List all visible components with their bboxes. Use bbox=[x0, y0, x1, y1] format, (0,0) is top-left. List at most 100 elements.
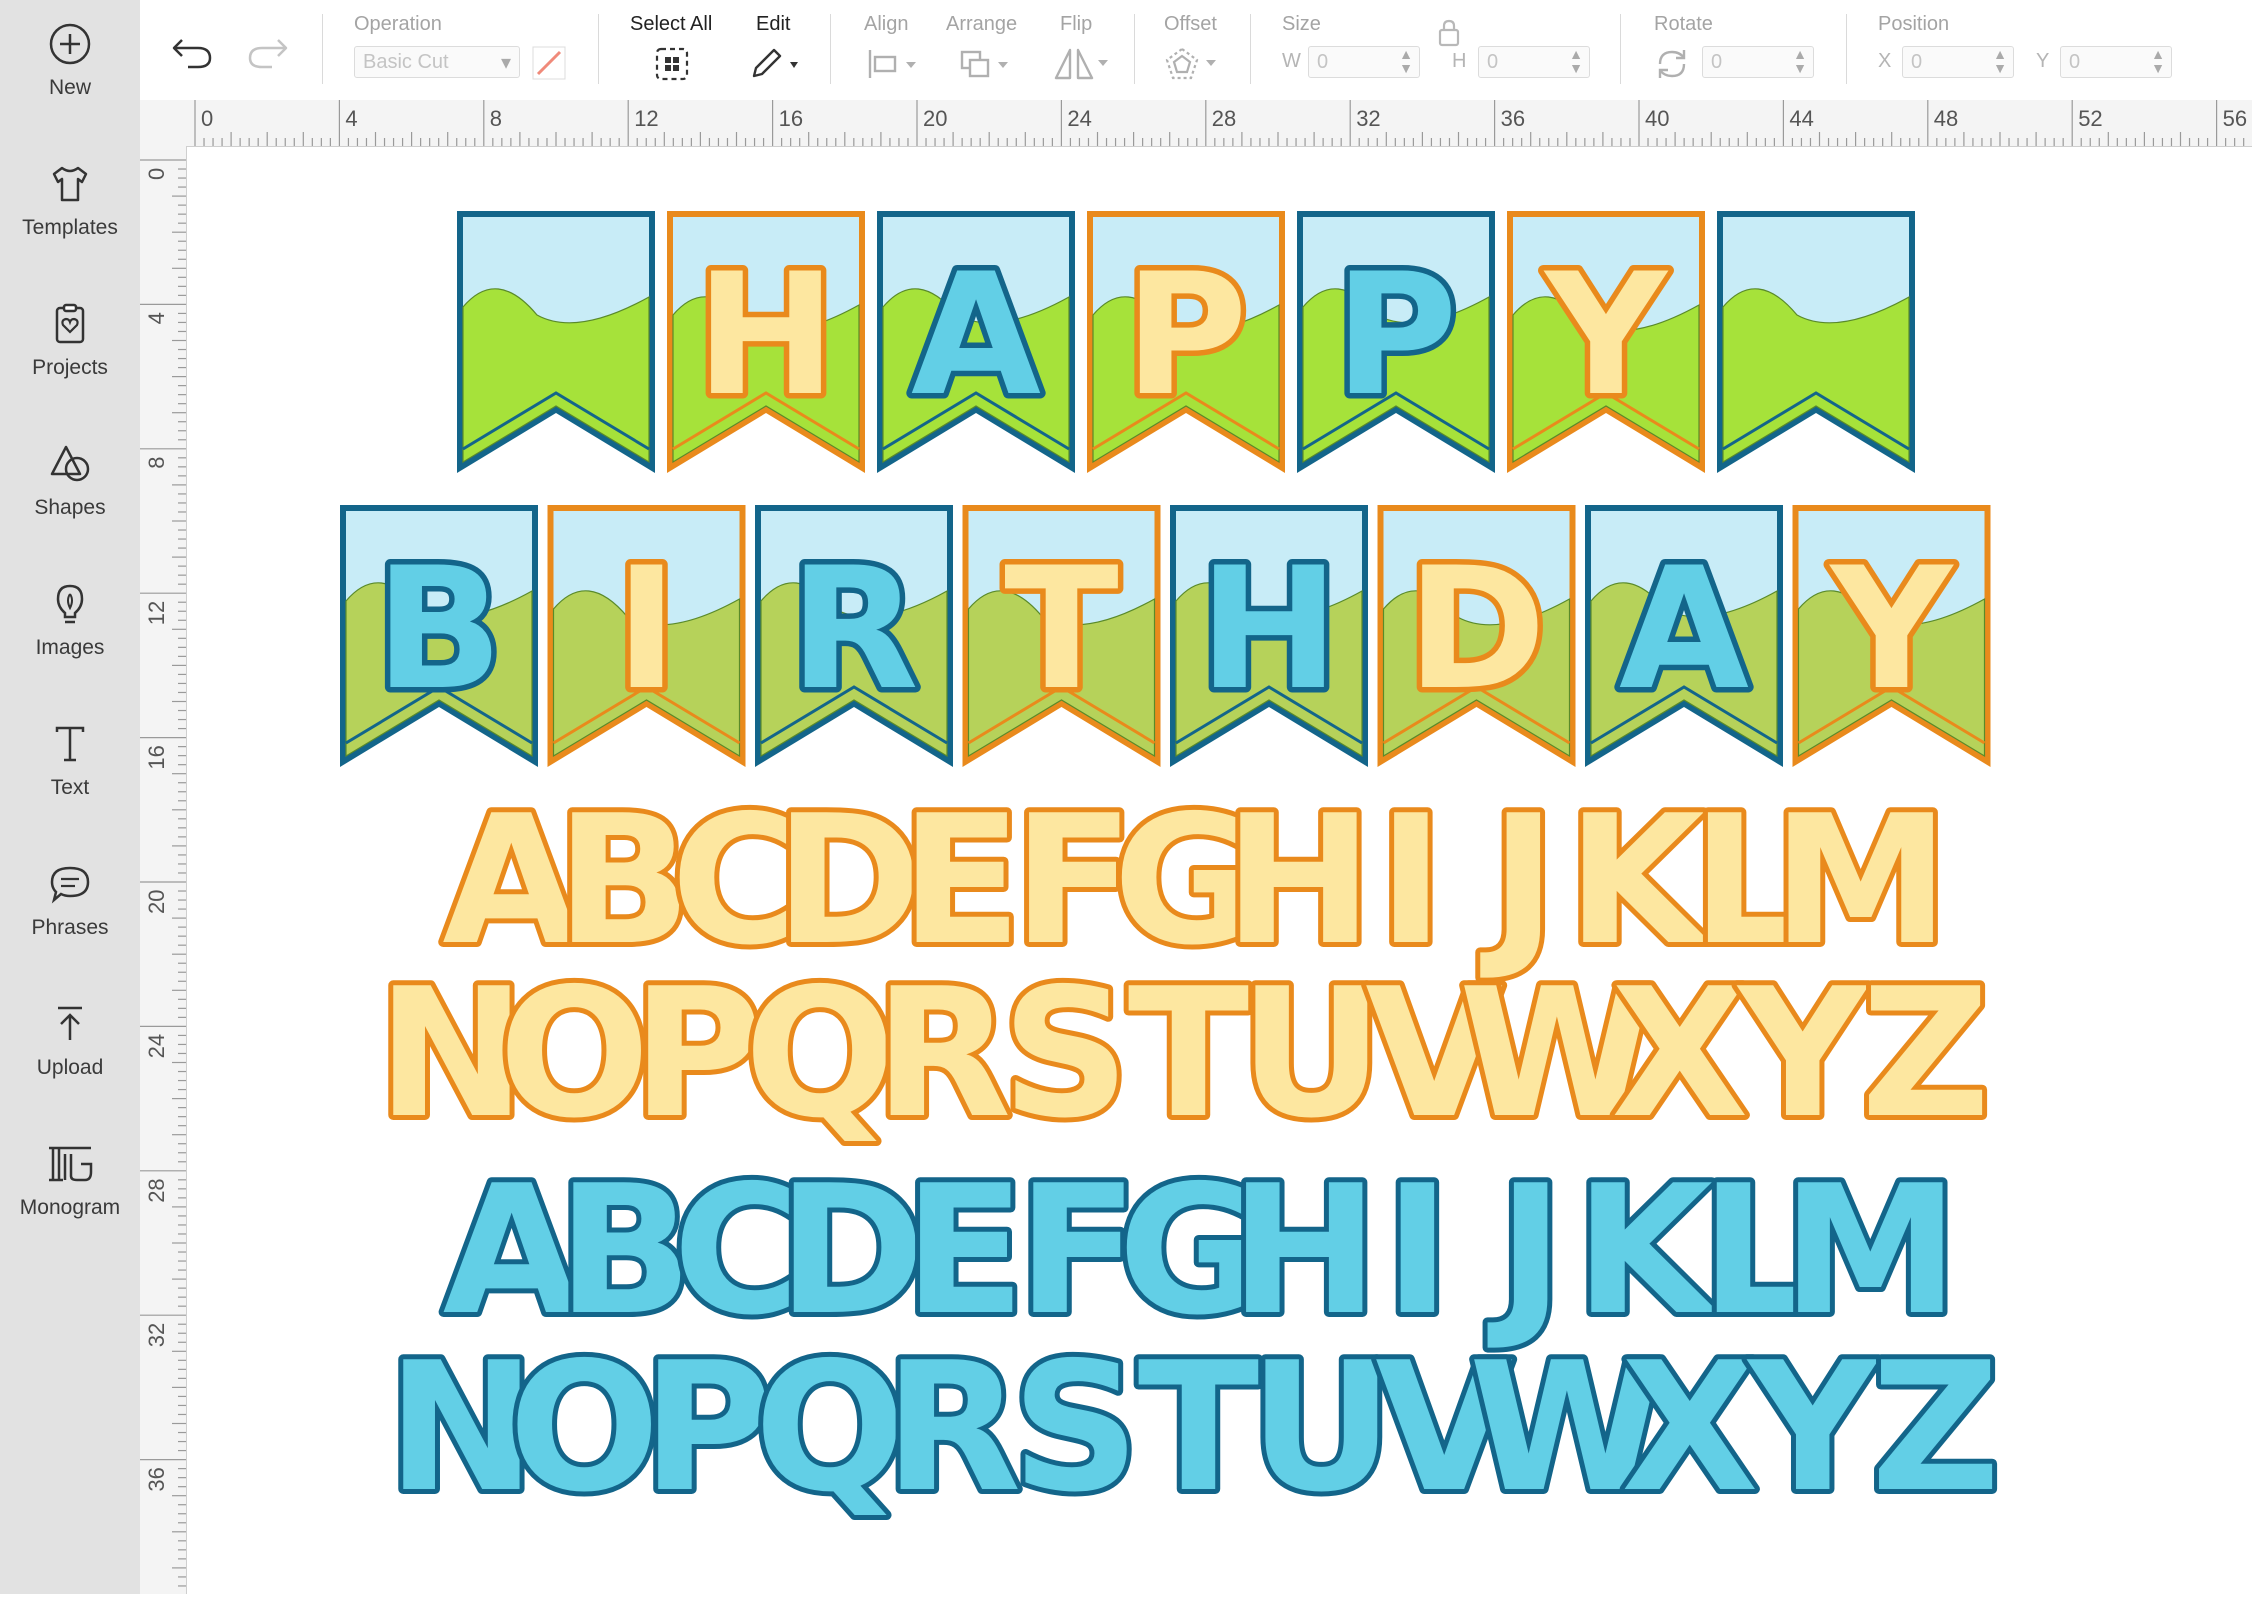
stepper-icon: ▲ ▼ bbox=[1993, 46, 2007, 76]
toolbar-divider bbox=[1250, 14, 1251, 84]
left-sidebar: New Templates Projects Shapes Images Tex… bbox=[0, 0, 141, 1594]
alphabet-letter-orange: X bbox=[1611, 950, 1748, 1157]
alphabet-letter-orange: P bbox=[632, 950, 762, 1157]
alphabet-letter-blue: J bbox=[1488, 1147, 1564, 1354]
flip-icon[interactable] bbox=[1052, 46, 1116, 82]
operation-dropdown[interactable]: Basic Cut ▾ bbox=[354, 46, 520, 78]
sidebar-item-phrases[interactable]: Phrases bbox=[0, 862, 140, 982]
width-input[interactable]: 0 ▲ ▼ bbox=[1308, 46, 1420, 78]
banner-flag bbox=[1717, 211, 1915, 473]
sidebar-item-label: Projects bbox=[32, 356, 108, 379]
rotate-input[interactable]: 0 ▲ ▼ bbox=[1702, 46, 1814, 78]
toolbar-divider bbox=[1846, 14, 1847, 84]
vertical-ruler-ticks: 0 4 8 12 16 20 24 28 32 36 bbox=[140, 159, 186, 1587]
banner-flag: I bbox=[547, 505, 746, 767]
pos-y-value: 0 bbox=[2069, 51, 2081, 73]
sidebar-item-label: New bbox=[48, 76, 91, 99]
banner-letter: Y bbox=[1543, 237, 1669, 433]
banner-letter: B bbox=[375, 531, 503, 727]
sidebar-item-projects[interactable]: Projects bbox=[0, 302, 140, 422]
banner-flag: A bbox=[1585, 505, 1783, 767]
sidebar-item-monogram[interactable]: Monogram bbox=[0, 1142, 140, 1262]
pos-x-label: X bbox=[1878, 50, 1892, 72]
alphabet-letter-blue: Q bbox=[754, 1324, 905, 1531]
size-h-label: H bbox=[1452, 50, 1467, 72]
ruler-number: 4 bbox=[144, 312, 169, 324]
position-y-input[interactable]: 0 ▲ ▼ bbox=[2060, 46, 2172, 78]
sidebar-item-upload[interactable]: Upload bbox=[0, 1002, 140, 1122]
ruler-number: 20 bbox=[144, 890, 169, 914]
vertical-ruler[interactable]: 0 4 8 12 16 20 24 28 32 36 bbox=[140, 146, 187, 1594]
toolbar-divider bbox=[1620, 14, 1621, 84]
position-x-input[interactable]: 0 ▲ ▼ bbox=[1902, 46, 2014, 78]
sidebar-item-label: Phrases bbox=[31, 916, 109, 939]
undo-icon[interactable] bbox=[170, 34, 214, 70]
sidebar-item-shapes[interactable]: Shapes bbox=[0, 442, 140, 562]
alphabet-letter-orange: Y bbox=[1736, 950, 1869, 1157]
ruler-number: 8 bbox=[144, 457, 169, 469]
ruler-number: 0 bbox=[201, 106, 213, 131]
banner-flag: R bbox=[755, 505, 953, 767]
offset-icon[interactable] bbox=[1164, 46, 1224, 82]
alphabet-letter-orange: U bbox=[1239, 950, 1384, 1157]
toolbar-divider bbox=[598, 14, 599, 84]
sidebar-item-templates[interactable]: Templates bbox=[0, 162, 140, 282]
pencil-edit-icon[interactable] bbox=[748, 46, 804, 82]
design-canvas[interactable]: HAPPYBIRTHDAYABCDEFGHIJKLMNOPQRSTUVWXYZA… bbox=[187, 147, 2252, 1594]
banner-letter: R bbox=[789, 531, 918, 727]
alphabet-letter-blue: U bbox=[1249, 1324, 1394, 1531]
offset-label: Offset bbox=[1164, 13, 1217, 35]
stepper-icon: ▲ ▼ bbox=[2151, 46, 2165, 76]
material-color-swatch[interactable] bbox=[532, 46, 566, 80]
ruler-number: 20 bbox=[923, 106, 947, 131]
rotate-icon[interactable] bbox=[1654, 46, 1690, 82]
select-all-icon[interactable] bbox=[654, 46, 690, 82]
lightbulb-icon bbox=[56, 584, 84, 624]
plus-circle-icon bbox=[49, 23, 91, 65]
ruler-number: 8 bbox=[490, 106, 502, 131]
alphabet-letter-blue: O bbox=[509, 1324, 660, 1531]
ruler-number: 28 bbox=[144, 1178, 169, 1202]
sidebar-item-new[interactable]: New bbox=[0, 22, 140, 142]
ruler-number: 28 bbox=[1212, 106, 1236, 131]
redo-icon[interactable] bbox=[246, 34, 290, 70]
ruler-number: 32 bbox=[1356, 106, 1380, 131]
arrange-icon[interactable] bbox=[958, 48, 1018, 80]
alphabet-letter-orange: T bbox=[1128, 950, 1249, 1157]
alphabet-letter-blue: M bbox=[1782, 1147, 1959, 1354]
horizontal-ruler[interactable]: 0 4 8 12 16 20 24 28 32 36 40 44 48 52 56 bbox=[140, 100, 2252, 147]
select-all-label: Select All bbox=[630, 13, 713, 35]
ruler-number: 12 bbox=[144, 601, 169, 625]
rotate-label: Rotate bbox=[1654, 13, 1713, 35]
sidebar-item-images[interactable]: Images bbox=[0, 582, 140, 702]
sidebar-item-text[interactable]: Text bbox=[0, 722, 140, 842]
monogram-icon bbox=[49, 1146, 93, 1182]
sidebar-item-label: Upload bbox=[36, 1056, 104, 1079]
banner-flag: H bbox=[667, 211, 865, 473]
ruler-number: 52 bbox=[2078, 106, 2102, 131]
banner-letter: P bbox=[1124, 237, 1247, 433]
stepper-icon: ▲ ▼ bbox=[1793, 46, 1807, 76]
position-label: Position bbox=[1878, 13, 1950, 35]
banner-letter: A bbox=[911, 237, 1041, 433]
ruler-number: 32 bbox=[144, 1323, 169, 1347]
banner-flag bbox=[457, 211, 655, 473]
banner-letter: P bbox=[1334, 237, 1457, 433]
width-value: 0 bbox=[1317, 51, 1329, 73]
banner-letter: I bbox=[615, 531, 678, 727]
lock-icon[interactable] bbox=[1436, 18, 1462, 48]
ruler-number: 48 bbox=[1934, 106, 1958, 131]
alphabet-letter-blue: H bbox=[1230, 1147, 1379, 1354]
align-icon[interactable] bbox=[866, 48, 922, 80]
banner-flag: B bbox=[340, 505, 538, 767]
sidebar-item-label: Shapes bbox=[34, 496, 106, 519]
horizontal-ruler-ticks: 0 4 8 12 16 20 24 28 32 36 40 44 48 52 56 bbox=[194, 100, 2247, 146]
chat-bubble-icon bbox=[50, 866, 90, 904]
banner-flag: D bbox=[1377, 505, 1576, 767]
height-input[interactable]: 0 ▲ ▼ bbox=[1478, 46, 1590, 78]
alphabet-letter-blue: Z bbox=[1871, 1324, 2000, 1531]
alphabet-letter-blue: Y bbox=[1746, 1324, 1879, 1531]
banner-letter: H bbox=[696, 237, 837, 433]
ruler-number: 40 bbox=[1645, 106, 1669, 131]
flip-label: Flip bbox=[1060, 13, 1093, 35]
